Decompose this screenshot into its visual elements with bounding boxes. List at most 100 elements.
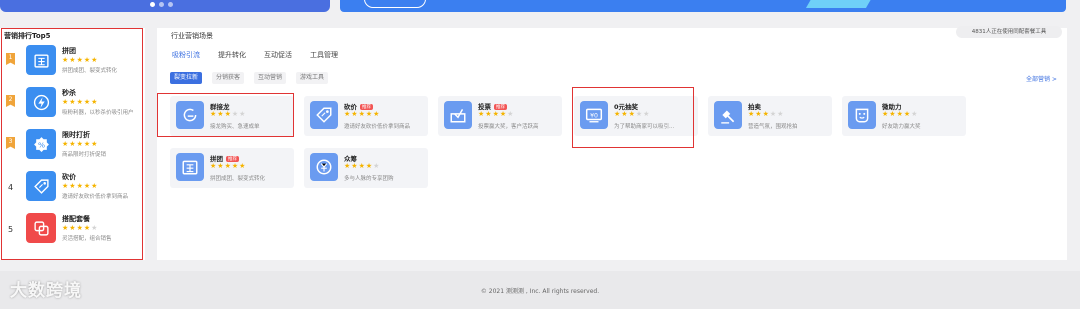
tool-card-desc: 多与人脉的专享团购 bbox=[344, 176, 394, 182]
tool-card-desc: 拼团成团、裂变式转化 bbox=[210, 176, 266, 182]
carousel-dot-3[interactable] bbox=[168, 2, 173, 7]
tag-icon bbox=[26, 171, 56, 201]
star-icon: ★ bbox=[351, 162, 359, 170]
ranking-title: 营销排行Top5 bbox=[4, 32, 51, 40]
star-icon: ★ bbox=[91, 140, 99, 148]
star-icon: ★ bbox=[91, 56, 99, 64]
carousel-dots[interactable] bbox=[150, 2, 173, 7]
rank-badge-icon: 3 bbox=[6, 137, 15, 149]
star-icon: ★ bbox=[896, 110, 904, 118]
vote-icon bbox=[444, 101, 472, 129]
rating-stars: ★★★★★ bbox=[748, 110, 784, 118]
ranking-item-name: 秒杀 bbox=[62, 89, 76, 97]
rating-stars: ★★★★★ bbox=[62, 140, 98, 148]
crowdfund-icon bbox=[310, 153, 338, 181]
star-icon: ★ bbox=[76, 56, 84, 64]
tag-icon bbox=[310, 101, 338, 129]
rank-badge-icon: 2 bbox=[6, 95, 15, 107]
tab-3[interactable]: 互动促活 bbox=[264, 50, 292, 60]
star-icon: ★ bbox=[239, 162, 247, 170]
category-tabs: 吸粉引流 提升转化 互动促活 工具管理 bbox=[172, 50, 338, 60]
copyright-text: © 2021 测测测 , Inc. All rights reserved. bbox=[480, 288, 600, 295]
tab-4[interactable]: 工具管理 bbox=[310, 50, 338, 60]
ranking-item[interactable]: 5 搭配套餐 ★★★★★ 灵活搭配，组合销售 bbox=[4, 213, 142, 249]
ranking-item[interactable]: 4 砍价 ★★★★★ 邀请好友砍价低价拿到商品 bbox=[4, 171, 142, 207]
carousel-banner-right[interactable] bbox=[340, 0, 1066, 12]
tab-1[interactable]: 吸粉引流 bbox=[172, 50, 200, 60]
tool-card[interactable]: 微助力 ★★★★★ 好友助力赢大奖 bbox=[842, 96, 966, 136]
carousel-dot-1[interactable] bbox=[150, 2, 155, 7]
ranking-item[interactable]: 2 秒杀 ★★★★★ 吸粉利器，以秒杀价吸引用户 bbox=[4, 87, 142, 123]
rating-stars: ★★★★★ bbox=[62, 182, 98, 190]
rating-stars: ★★★★★ bbox=[62, 56, 98, 64]
star-icon: ★ bbox=[492, 110, 500, 118]
ranking-item-desc: 商品限时打折促销 bbox=[62, 152, 107, 158]
star-icon: ★ bbox=[76, 224, 84, 232]
tool-card-desc: 邀请好友砍价低价拿到商品 bbox=[344, 124, 411, 130]
star-icon: ★ bbox=[91, 98, 99, 106]
combo-icon bbox=[26, 213, 56, 243]
ranking-item-desc: 拼团成团、裂变式转化 bbox=[62, 68, 118, 74]
star-icon: ★ bbox=[76, 182, 84, 190]
rating-stars: ★★★★★ bbox=[478, 110, 514, 118]
subtab-3[interactable]: 互动营销 bbox=[254, 72, 287, 84]
ranking-item-name: 搭配套餐 bbox=[62, 215, 90, 223]
star-icon: ★ bbox=[69, 56, 77, 64]
ranking-item-desc: 灵活搭配，组合销售 bbox=[62, 236, 112, 242]
ranking-item-name: 砍价 bbox=[62, 173, 76, 181]
banner-decoration bbox=[805, 0, 875, 8]
subtab-4[interactable]: 游戏工具 bbox=[296, 72, 329, 84]
watermark-text: 大数跨境 bbox=[10, 281, 82, 301]
star-icon: ★ bbox=[507, 110, 515, 118]
star-icon: ★ bbox=[373, 162, 381, 170]
svg-text:%: % bbox=[37, 140, 44, 149]
star-icon: ★ bbox=[76, 98, 84, 106]
ranking-item[interactable]: 1 拼团 ★★★★★ 拼团成团、裂变式转化 bbox=[4, 45, 142, 81]
rank-number: 5 bbox=[7, 225, 14, 234]
star-icon: ★ bbox=[777, 110, 785, 118]
tool-card[interactable]: 投票 推荐 ★★★★★ 投票赢大奖，客户活跃高 bbox=[438, 96, 562, 136]
tool-card[interactable]: 众筹 ★★★★★ 多与人脉的专享团购 bbox=[304, 148, 428, 188]
star-icon: ★ bbox=[755, 110, 763, 118]
rank-badge-icon: 1 bbox=[6, 53, 15, 65]
star-icon: ★ bbox=[69, 140, 77, 148]
sub-category-tabs: 裂变拉新 分销获客 互动营销 游戏工具 bbox=[170, 72, 329, 84]
carousel-banner-left[interactable] bbox=[0, 0, 330, 12]
ranking-item[interactable]: 3% 限时打折 ★★★★★ 商品限时打折促销 bbox=[4, 129, 142, 165]
section-title: 行业营销场景 bbox=[171, 32, 213, 40]
subtab-2[interactable]: 分销获客 bbox=[212, 72, 245, 84]
tab-2[interactable]: 提升转化 bbox=[218, 50, 246, 60]
star-icon: ★ bbox=[69, 182, 77, 190]
star-icon: ★ bbox=[911, 110, 919, 118]
auction-icon bbox=[714, 101, 742, 129]
online-users-badge: 4831人正在使用同配套餐工具 bbox=[956, 26, 1062, 38]
tool-card[interactable]: 拍卖 ★★★★★ 营造气氛，围观抢拍 bbox=[708, 96, 832, 136]
rating-stars: ★★★★★ bbox=[62, 224, 98, 232]
subtab-1[interactable]: 裂变拉新 bbox=[170, 72, 203, 84]
pin-icon bbox=[176, 153, 204, 181]
banner-button[interactable] bbox=[364, 0, 426, 8]
star-icon: ★ bbox=[69, 224, 77, 232]
star-icon: ★ bbox=[351, 110, 359, 118]
tool-card-desc: 好友助力赢大奖 bbox=[882, 124, 921, 130]
all-marketing-link[interactable]: 全部营销 > bbox=[1026, 74, 1057, 83]
rating-stars: ★★★★★ bbox=[62, 98, 98, 106]
rating-stars: ★★★★★ bbox=[210, 162, 246, 170]
tool-card[interactable]: 拼团 推荐 ★★★★★ 拼团成团、裂变式转化 bbox=[170, 148, 294, 188]
star-icon: ★ bbox=[889, 110, 897, 118]
tool-card[interactable]: 砍价 推荐 ★★★★★ 邀请好友砍价低价拿到商品 bbox=[304, 96, 428, 136]
star-icon: ★ bbox=[224, 162, 232, 170]
rating-stars: ★★★★★ bbox=[344, 110, 380, 118]
star-icon: ★ bbox=[76, 140, 84, 148]
carousel-dot-2[interactable] bbox=[159, 2, 164, 7]
highlight-box-card-1 bbox=[157, 93, 294, 137]
star-icon: ★ bbox=[358, 162, 366, 170]
ranking-item-name: 限时打折 bbox=[62, 131, 90, 139]
watermark-logo: 大数跨境 bbox=[10, 276, 82, 301]
pin-icon bbox=[26, 45, 56, 75]
rank-number: 4 bbox=[7, 183, 14, 192]
ranking-item-name: 拼团 bbox=[62, 47, 76, 55]
star-icon: ★ bbox=[762, 110, 770, 118]
rating-stars: ★★★★★ bbox=[344, 162, 380, 170]
star-icon: ★ bbox=[373, 110, 381, 118]
